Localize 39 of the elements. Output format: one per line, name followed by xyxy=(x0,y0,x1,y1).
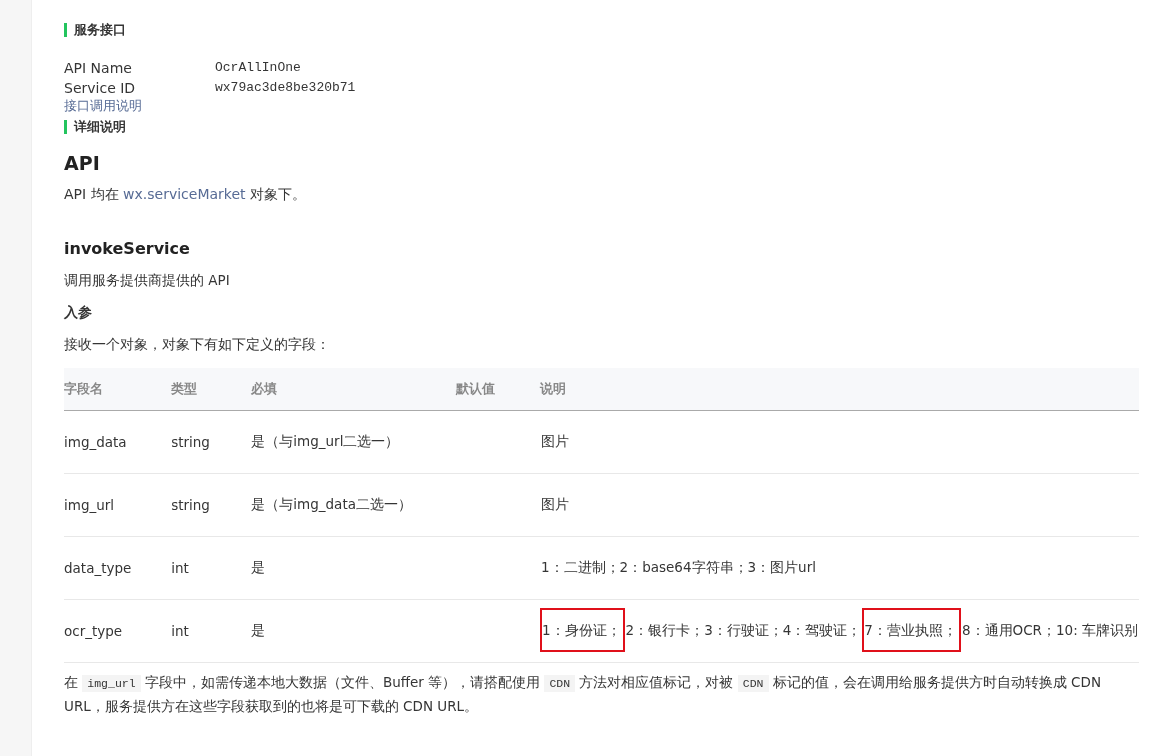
table-cell: data_type xyxy=(64,536,172,600)
info-value: wx79ac3de8be320b71 xyxy=(215,80,356,96)
table-cell: 2：银行卡；3：行驶证；4：驾驶证； xyxy=(624,622,863,638)
section-heading: 服务接口 xyxy=(64,23,1139,37)
table-cell: 是 xyxy=(251,599,457,663)
params-title: 入参 xyxy=(64,304,93,322)
table-cell: img_url xyxy=(64,473,172,537)
note-paragraph: 在 img_url 字段中，如需传递本地大数据（文件、Buffer 等），请搭配使用 CDN 方法对相应值标记，对被 CDN 标记的值，会在调用给服务提供方时自动转换成 CDN URL，服务提供方在这些字段获取到的也将是可下载的 CDN URL。 xyxy=(64,673,1102,716)
table-cell: 图片 xyxy=(540,496,570,512)
section-heading: 详细说明 xyxy=(64,120,1139,134)
table-cell: 是（与img_data二选一） xyxy=(251,473,457,537)
table-cell: 图片 xyxy=(540,433,570,449)
params-description: 接收一个对象，对象下有如下定义的字段： xyxy=(64,336,331,354)
column-header: 说明 xyxy=(540,368,1139,411)
table-cell: 是（与img_url二选一） xyxy=(251,410,457,474)
table-cell: int xyxy=(171,536,252,600)
api-title: API xyxy=(64,152,101,174)
api-description: API 均在 wx.serviceMarket 对象下。 xyxy=(64,186,307,204)
table-cell: 是 xyxy=(251,536,457,600)
column-header: 字段名 xyxy=(64,368,172,411)
table-cell: 1：二进制；2：base64字符串；3：图片url xyxy=(540,559,817,575)
table-cell: 8：通用OCR；10: 车牌识别 xyxy=(960,622,1139,638)
table-cell: string xyxy=(171,473,252,537)
method-description: 调用服务提供商提供的 API xyxy=(64,272,231,290)
column-header: 必填 xyxy=(251,368,457,411)
table-cell: string xyxy=(171,410,252,474)
table-cell: img_data xyxy=(64,410,172,474)
highlight-box: 1：身份证； xyxy=(540,608,625,652)
highlight-box: 7：营业执照； xyxy=(862,608,961,652)
info-label: API Name xyxy=(64,60,132,76)
method-title: invokeService xyxy=(64,239,191,258)
info-value: OcrAllInOne xyxy=(215,60,301,76)
column-header: 默认值 xyxy=(456,368,540,411)
table-cell: int xyxy=(171,599,252,663)
info-label: Service ID xyxy=(64,80,136,96)
table-cell: ocr_type xyxy=(64,599,172,663)
column-header: 类型 xyxy=(171,368,252,411)
service-market-link[interactable]: wx.serviceMarket xyxy=(123,186,246,202)
doc-link[interactable]: 接口调用说明 xyxy=(64,97,142,115)
